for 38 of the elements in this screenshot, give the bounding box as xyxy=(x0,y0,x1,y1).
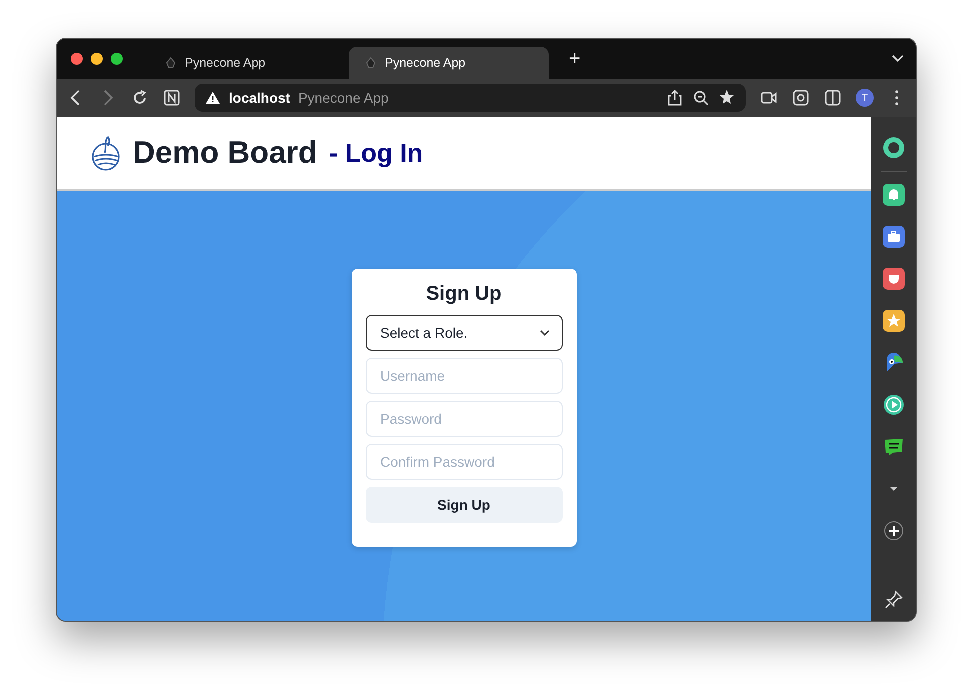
sign-up-button[interactable]: Sign Up xyxy=(366,487,562,523)
minimize-window-button[interactable] xyxy=(91,53,103,65)
browser-tab[interactable]: Pynecone App xyxy=(149,47,349,79)
bell-icon[interactable] xyxy=(882,184,904,206)
input-field[interactable]: Confirm Password xyxy=(366,444,562,480)
address-bar[interactable]: localhost Pynecone App xyxy=(195,84,746,112)
logo-icon xyxy=(91,135,121,171)
page-subtitle: - Log In xyxy=(329,138,424,168)
maximize-window-button[interactable] xyxy=(111,53,123,65)
browser-tab[interactable]: Pynecone App xyxy=(349,47,549,79)
warning-icon xyxy=(205,91,221,105)
form-title: Sign Up xyxy=(425,283,503,306)
sidebar-icon[interactable] xyxy=(824,89,842,107)
input-field[interactable]: Password xyxy=(366,401,562,437)
screenshot-icon[interactable] xyxy=(792,89,810,107)
close-window-button[interactable] xyxy=(71,53,83,65)
briefcase-icon[interactable] xyxy=(882,226,904,248)
add-icon[interactable] xyxy=(882,520,904,542)
ring-icon[interactable] xyxy=(882,137,904,159)
notion-icon[interactable] xyxy=(163,89,181,107)
chevron-down-icon[interactable] xyxy=(892,55,904,63)
page-title: Demo Board xyxy=(133,135,318,171)
tab-favicon-icon xyxy=(165,57,177,69)
new-tab-button[interactable]: + xyxy=(563,46,587,72)
chevron-down-icon xyxy=(540,330,550,336)
speech-bubble-icon[interactable] xyxy=(882,436,904,458)
address-host: localhost xyxy=(229,90,290,106)
share-icon[interactable] xyxy=(666,89,684,107)
tab-favicon-icon xyxy=(365,57,377,69)
input-field[interactable]: Username xyxy=(366,358,562,394)
pocket-icon[interactable] xyxy=(882,268,904,290)
address-page-title: Pynecone App xyxy=(298,90,389,106)
bookmark-star-icon[interactable] xyxy=(718,89,736,107)
reload-icon[interactable] xyxy=(131,89,149,107)
profile-avatar[interactable]: T xyxy=(856,89,874,107)
role-select[interactable]: Select a Role. xyxy=(366,315,562,351)
zoom-out-icon[interactable] xyxy=(692,89,710,107)
play-icon[interactable] xyxy=(882,394,904,416)
